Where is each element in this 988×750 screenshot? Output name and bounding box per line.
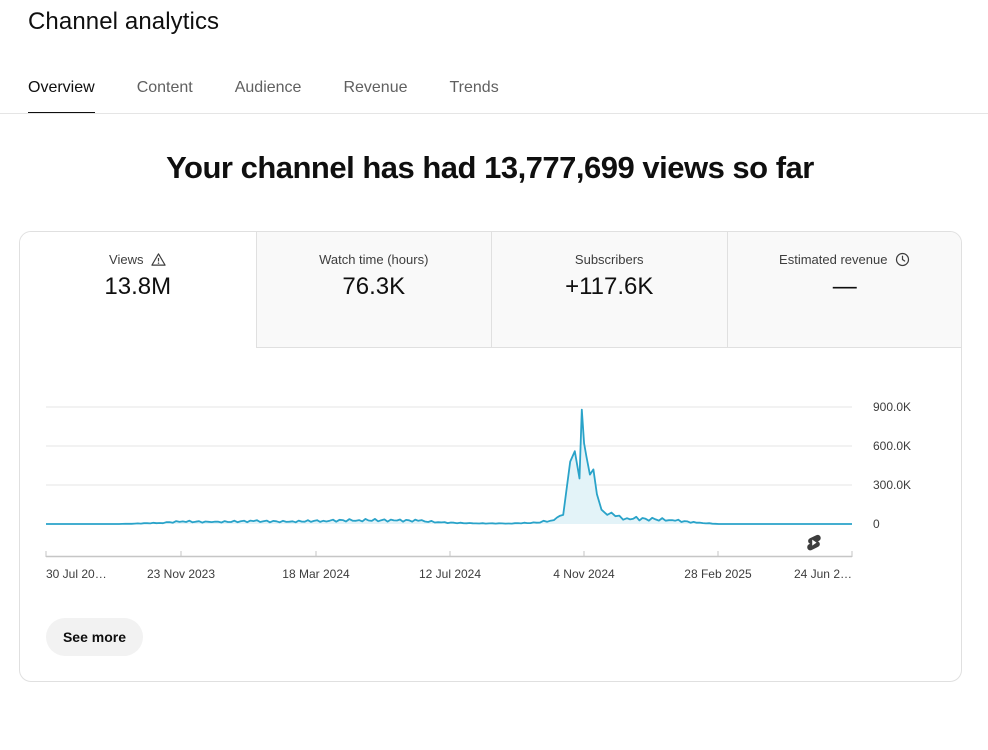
metric-revenue-label: Estimated revenue (779, 251, 888, 267)
views-chart[interactable]: 900.0K 600.0K 300.0K 0 30 Jul 20… 23 Nov 2023… (20, 348, 961, 598)
series-area (46, 409, 852, 524)
tab-revenue[interactable]: Revenue (343, 76, 407, 114)
tab-trends[interactable]: Trends (450, 76, 499, 114)
metric-subscribers[interactable]: Subscribers +117.6K (491, 232, 727, 348)
metric-watch-time-label-row: Watch time (hours) (257, 251, 492, 267)
metric-watch-time[interactable]: Watch time (hours) 76.3K (255, 232, 492, 348)
y-tick-label: 0 (873, 517, 880, 531)
metric-subscribers-label: Subscribers (574, 251, 644, 267)
y-tick-label: 900.0K (873, 400, 911, 414)
warning-icon[interactable] (151, 252, 167, 267)
metric-subscribers-value: +117.6K (565, 273, 654, 300)
x-tick-label: 18 Mar 2024 (282, 567, 350, 581)
y-tick-label: 300.0K (873, 478, 911, 492)
page-title: Channel analytics (28, 8, 220, 35)
x-tick-label: 4 Nov 2024 (553, 567, 615, 581)
clock-icon[interactable] (895, 252, 910, 267)
shorts-icon[interactable] (807, 534, 821, 551)
x-tick-label: 23 Nov 2023 (147, 567, 215, 581)
see-more-button[interactable]: See more (46, 618, 143, 656)
views-chart-svg: 900.0K 600.0K 300.0K 0 30 Jul 20… 23 Nov 2023… (45, 400, 911, 581)
tab-audience[interactable]: Audience (235, 76, 302, 114)
metric-views-value: 13.8M (104, 273, 172, 300)
x-tick-label: 30 Jul 20… (46, 567, 107, 581)
metric-revenue-value: — (832, 273, 857, 300)
metric-watch-time-value: 76.3K (342, 273, 406, 300)
tab-overview[interactable]: Overview (28, 76, 95, 114)
metric-revenue-label-row: Estimated revenue (728, 251, 962, 267)
metric-revenue[interactable]: Estimated revenue — (726, 232, 962, 348)
tabs-divider (0, 113, 988, 114)
metric-watch-time-label: Watch time (hours) (319, 251, 429, 267)
views-headline: Your channel has had 13,777,699 views so… (166, 150, 814, 185)
metric-views-label-row: Views (20, 251, 256, 267)
metric-tabs: Views 13.8M Watch time (hours) 76.3K Sub… (20, 232, 962, 348)
x-tick-label: 12 Jul 2024 (419, 567, 481, 581)
overview-card: Views 13.8M Watch time (hours) 76.3K Sub… (19, 231, 962, 682)
tab-content[interactable]: Content (137, 76, 193, 114)
analytics-tabs: Overview Content Audience Revenue Trends (28, 76, 541, 114)
metric-views[interactable]: Views 13.8M (20, 232, 256, 348)
series-line (46, 408, 852, 525)
y-tick-label: 600.0K (873, 439, 911, 453)
x-tick-label: 28 Feb 2025 (684, 567, 752, 581)
metric-views-label: Views (109, 251, 144, 267)
metric-subscribers-label-row: Subscribers (492, 251, 727, 267)
x-tick-label: 24 Jun 2… (794, 567, 852, 581)
